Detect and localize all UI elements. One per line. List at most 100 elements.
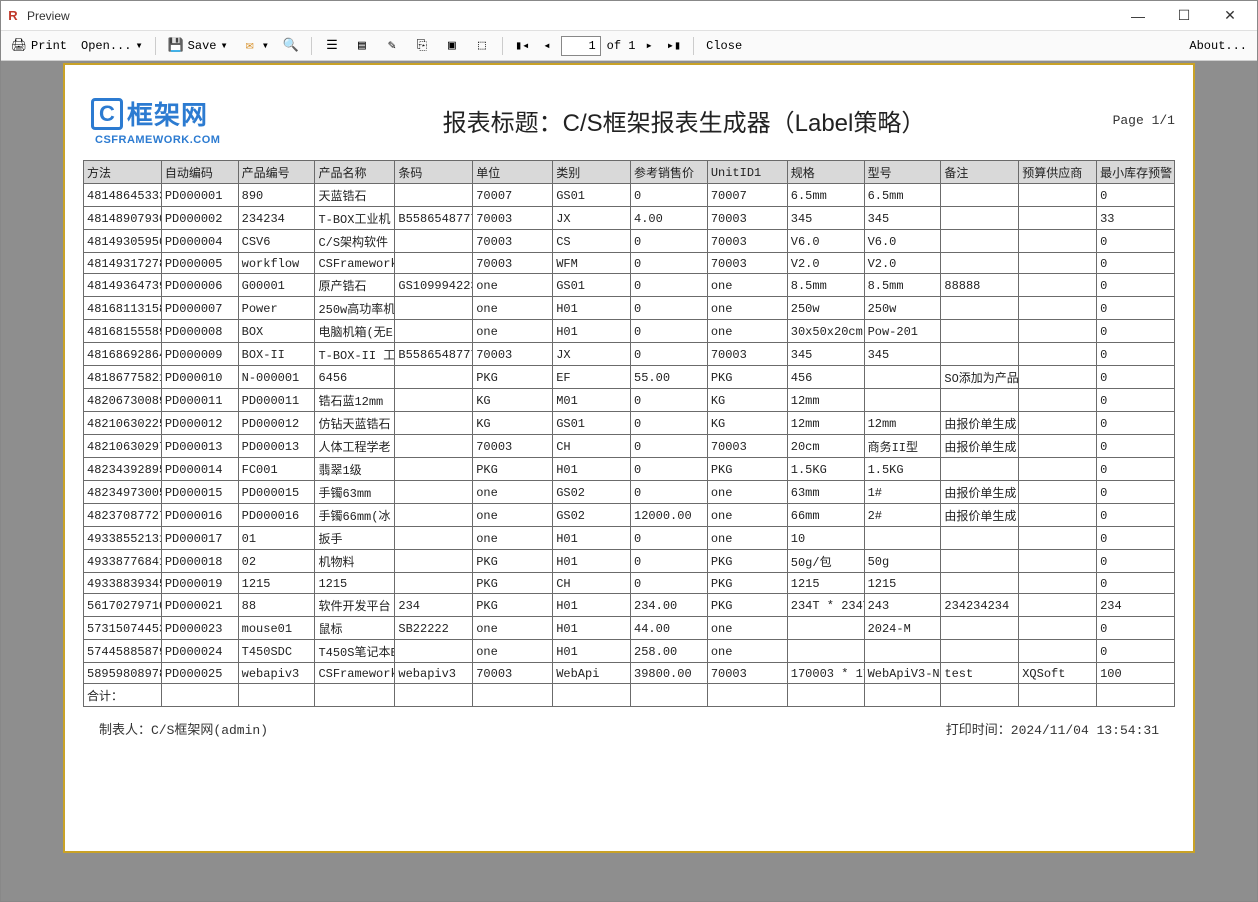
table-cell: PD000019 — [161, 573, 238, 594]
table-cell — [395, 184, 473, 207]
about-button[interactable]: About... — [1185, 37, 1251, 55]
table-cell: 由报价单生成 — [941, 412, 1019, 435]
creator-label: 制表人：C/S框架网(admin) — [99, 719, 268, 738]
table-cell: H01 — [553, 640, 631, 663]
page-setup-button[interactable]: ▣ — [440, 36, 464, 56]
table-cell: 890 — [238, 184, 315, 207]
search-button[interactable]: 🔍 — [279, 36, 303, 56]
table-cell: 70003 — [707, 663, 787, 684]
table-cell: XQSoft — [1019, 663, 1097, 684]
chevron-down-icon: ▾ — [220, 38, 227, 53]
next-icon: ▸ — [645, 38, 652, 53]
table-cell: Power — [238, 297, 315, 320]
column-header: 自动编码 — [161, 161, 238, 184]
table-cell: 70003 — [707, 230, 787, 253]
table-cell: B5586548777 — [395, 343, 473, 366]
table-row: 493385521315PD00001701扳手oneH010one100 — [84, 527, 1175, 550]
save-button[interactable]: 💾 Save ▾ — [164, 36, 232, 56]
chevron-down-icon: ▾ — [135, 38, 142, 53]
table-row: 589598089781PD000025webapiv3CSFramework.… — [84, 663, 1175, 684]
table-cell: CS — [553, 230, 631, 253]
table-cell: 由报价单生成 — [941, 435, 1019, 458]
table-cell — [1019, 297, 1097, 320]
table-cell — [1019, 481, 1097, 504]
table-cell: PD000013 — [238, 435, 315, 458]
table-cell — [395, 640, 473, 663]
last-page-button[interactable]: ▸▮ — [663, 36, 685, 55]
page-total-label: of 1 — [607, 39, 636, 53]
column-header: 预算供应商 — [1019, 161, 1097, 184]
table-cell: JX — [553, 343, 631, 366]
copy-icon: ⎘ — [414, 38, 430, 54]
first-page-button[interactable]: ▮◂ — [511, 36, 533, 55]
outline-button[interactable]: ☰ — [320, 36, 344, 56]
logo-text: 框架网 — [127, 95, 208, 132]
table-cell: PD000023 — [161, 617, 238, 640]
table-row: 481493647392PD000006G00001原产锆石GS10999422… — [84, 274, 1175, 297]
table-cell: 0 — [1097, 550, 1175, 573]
table-row: 482370877272PD000016PD000016手镯66mm(冰oneG… — [84, 504, 1175, 527]
table-cell: SO添加为产品 — [941, 366, 1019, 389]
table-cell — [395, 684, 473, 707]
page-number-input[interactable] — [561, 36, 601, 56]
table-row: 573150744535PD000023mouse01鼠标SB22222oneH… — [84, 617, 1175, 640]
table-cell: 由报价单生成 — [941, 481, 1019, 504]
table-cell: SB22222 — [395, 617, 473, 640]
zoom-button[interactable]: ⬚ — [470, 36, 494, 56]
table-cell — [395, 504, 473, 527]
table-cell: 扳手 — [315, 527, 395, 550]
table-cell: 243 — [864, 594, 941, 617]
table-cell — [631, 684, 708, 707]
table-row: 481681131581PD000007Power250w高功率机oneH010… — [84, 297, 1175, 320]
table-cell: 30x50x20cm — [787, 320, 864, 343]
prev-page-button[interactable]: ◂ — [539, 36, 554, 55]
save-icon: 💾 — [168, 38, 184, 54]
table-cell: 0 — [1097, 435, 1175, 458]
report-page: C 框架网 CSFRAMEWORK.COM 报表标题：C/S框架报表生成器（La… — [63, 63, 1195, 853]
table-cell — [787, 617, 864, 640]
close-window-button[interactable]: ✕ — [1207, 1, 1253, 31]
table-cell: one — [707, 617, 787, 640]
table-cell: 573150744535 — [84, 617, 162, 640]
table-cell — [1019, 573, 1097, 594]
table-cell: 0 — [631, 389, 708, 412]
minimize-button[interactable]: — — [1115, 1, 1161, 31]
table-cell: 商务II型 — [864, 435, 941, 458]
table-cell: 1215 — [787, 573, 864, 594]
table-cell: 70003 — [707, 343, 787, 366]
table-cell: KG — [473, 389, 553, 412]
table-cell: 0 — [1097, 230, 1175, 253]
table-cell — [1019, 320, 1097, 343]
table-cell: 70003 — [473, 207, 553, 230]
thumbnails-button[interactable]: ▤ — [350, 36, 374, 56]
table-cell: PD000017 — [161, 527, 238, 550]
table-cell: PKG — [707, 550, 787, 573]
table-cell: 0 — [1097, 343, 1175, 366]
table-cell: PD000001 — [161, 184, 238, 207]
maximize-button[interactable]: ☐ — [1161, 1, 1207, 31]
table-cell — [1019, 458, 1097, 481]
edit-page-button[interactable]: ✎ — [380, 36, 404, 56]
table-cell: WebApi — [553, 663, 631, 684]
table-cell: 0 — [1097, 481, 1175, 504]
open-button[interactable]: Open... ▾ — [77, 36, 147, 55]
print-button[interactable]: 🖨 Print — [7, 36, 71, 56]
table-cell: one — [473, 481, 553, 504]
next-page-button[interactable]: ▸ — [641, 36, 656, 55]
copy-button[interactable]: ⎘ — [410, 36, 434, 56]
table-cell: 481493647392 — [84, 274, 162, 297]
email-button[interactable]: ✉ ▾ — [238, 36, 273, 56]
table-cell: 589598089781 — [84, 663, 162, 684]
close-preview-button[interactable]: Close — [702, 37, 746, 55]
table-cell: 234.00 — [631, 594, 708, 617]
table-cell — [1019, 389, 1097, 412]
table-cell: T-BOX-II 工 — [315, 343, 395, 366]
table-cell: 机物料 — [315, 550, 395, 573]
column-header: 条码 — [395, 161, 473, 184]
table-cell: PKG — [473, 366, 553, 389]
table-cell — [1019, 435, 1097, 458]
table-cell — [1019, 184, 1097, 207]
table-cell: 0 — [631, 573, 708, 594]
table-cell: 0 — [631, 435, 708, 458]
preview-area[interactable]: C 框架网 CSFRAMEWORK.COM 报表标题：C/S框架报表生成器（La… — [1, 61, 1257, 901]
